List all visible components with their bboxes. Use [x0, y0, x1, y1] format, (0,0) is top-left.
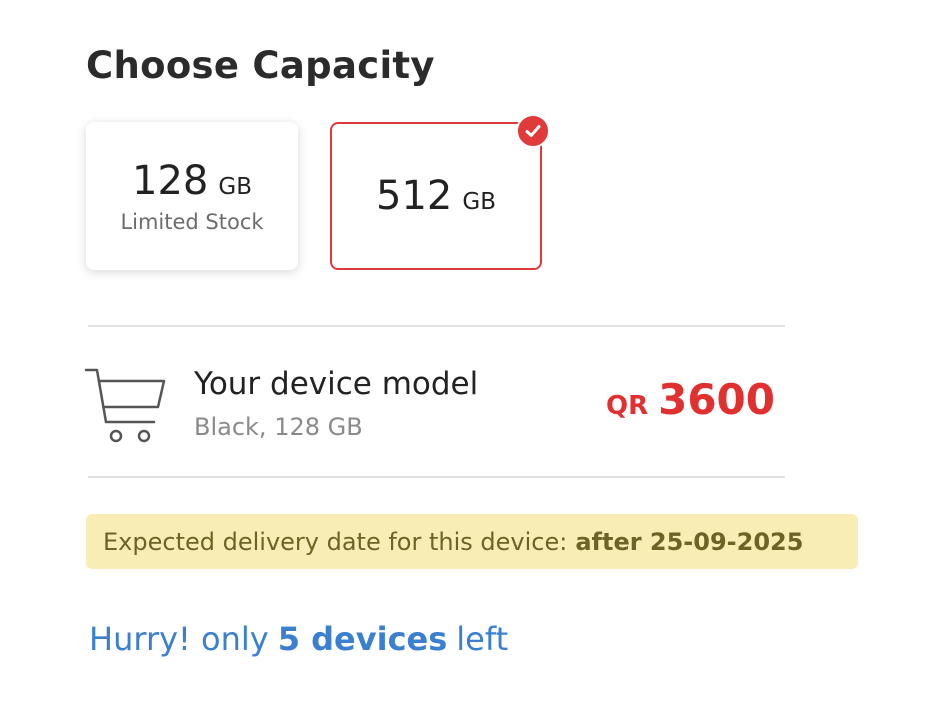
- divider: [88, 325, 785, 327]
- divider: [88, 476, 785, 478]
- capacity-number: 512: [376, 173, 453, 219]
- price-currency: QR: [605, 391, 649, 421]
- capacity-number: 128: [132, 158, 209, 204]
- stock-prefix: Hurry! only: [89, 620, 269, 658]
- stock-suffix: left: [456, 620, 509, 658]
- capacity-option-128gb[interactable]: 128 GB Limited Stock: [86, 122, 298, 270]
- stock-warning: Hurry! only 5 devices left: [89, 620, 508, 658]
- selected-check-icon: [516, 114, 550, 148]
- section-title: Choose Capacity: [86, 44, 435, 87]
- cart-icon: [84, 365, 166, 445]
- delivery-date: after 25-09-2025: [575, 527, 804, 556]
- stock-count: 5 devices: [277, 620, 448, 658]
- device-price: QR 3600: [606, 375, 775, 424]
- stock-note: Limited Stock: [120, 210, 264, 234]
- capacity-unit: GB: [462, 189, 496, 215]
- price-value: 3600: [658, 375, 775, 424]
- capacity-unit: GB: [218, 174, 252, 200]
- delivery-text: Expected delivery date for this device:: [103, 527, 568, 556]
- device-model-title: Your device model: [194, 366, 479, 402]
- device-model-details: Black, 128 GB: [194, 413, 363, 441]
- capacity-value-row: 128 GB: [132, 158, 252, 204]
- delivery-banner: Expected delivery date for this device: …: [86, 514, 858, 569]
- capacity-value-row: 512 GB: [376, 173, 496, 219]
- capacity-option-512gb[interactable]: 512 GB: [330, 114, 550, 270]
